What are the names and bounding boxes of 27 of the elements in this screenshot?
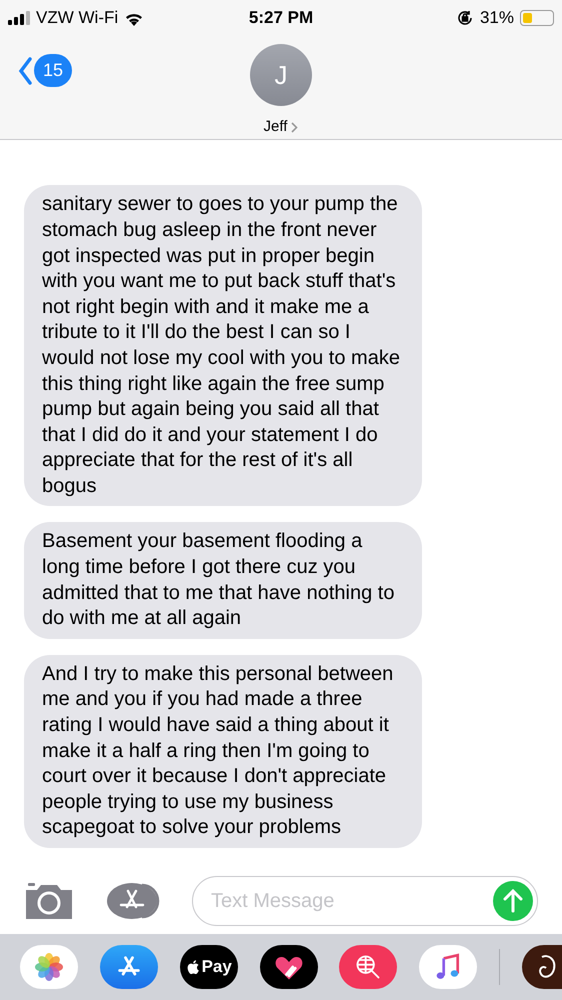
message-bubble: Basement your basement flooding a long time before I got there cuz you admitted that to me that have nothing to do with me at all again bbox=[24, 522, 422, 639]
apple-logo-icon bbox=[186, 959, 200, 975]
rotation-lock-icon bbox=[456, 9, 474, 27]
camera-icon[interactable] bbox=[24, 882, 74, 920]
app-store-icon[interactable] bbox=[106, 881, 160, 921]
back-button[interactable]: 15 bbox=[18, 54, 72, 87]
signal-icon bbox=[8, 11, 30, 25]
apple-pay-label: Pay bbox=[202, 956, 232, 978]
send-icon[interactable] bbox=[493, 881, 533, 921]
message-bubble: And I try to make this personal between me and you if you had made a three rating I would have said a thing about it make it a half a ring then I'm going to court over it because I don't appreciate people trying to use my business scapegoat to solve your problems bbox=[24, 654, 422, 848]
message-bubble: sanitary sewer to goes to your pump the stomach bug asleep in the front never got inspected was put in proper begin with you want me to put back stuff that's not right begin with and it make me a tribute to it I'll do the best I can so I would not lose my cool with you to make this thing right like again the free sump pump but again being you said all that that I did do it and your statement I do appreciate that for the rest of it's all bogus bbox=[24, 185, 422, 506]
carrier-label: VZW Wi-Fi bbox=[36, 7, 118, 30]
music-app-icon[interactable] bbox=[419, 945, 478, 989]
photos-app-icon[interactable] bbox=[20, 945, 78, 989]
web-search-icon[interactable] bbox=[339, 945, 398, 989]
chevron-icon bbox=[291, 122, 298, 133]
heart-app-icon[interactable] bbox=[260, 945, 318, 989]
unread-count-badge: 15 bbox=[34, 54, 72, 87]
app-store-icon[interactable] bbox=[100, 945, 158, 989]
battery-percent: 31% bbox=[480, 7, 514, 30]
battery-icon bbox=[520, 10, 554, 26]
back-chevron-icon bbox=[18, 56, 32, 84]
apple-pay-icon[interactable]: Pay bbox=[180, 945, 238, 989]
message-input[interactable]: Text Message bbox=[192, 876, 538, 926]
app-icon[interactable] bbox=[522, 945, 562, 989]
contact-name-link[interactable]: Jeff bbox=[264, 116, 298, 138]
clock-time: 5:27 PM bbox=[248, 7, 314, 30]
